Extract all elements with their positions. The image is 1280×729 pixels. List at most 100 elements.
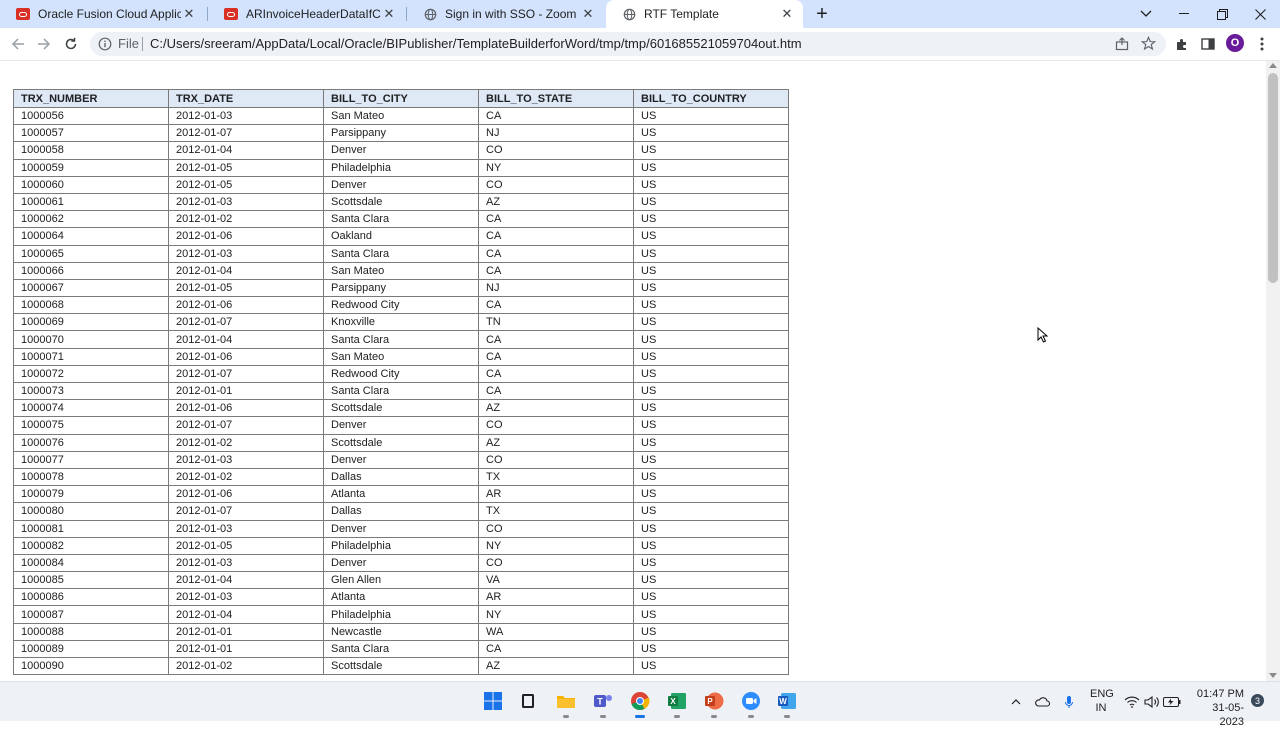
tab-ar-invoice[interactable]: ARInvoiceHeaderDataIfChooseD ✕: [208, 0, 405, 28]
notification-badge[interactable]: 3: [1251, 694, 1264, 707]
trx-number-cell: 1000066: [13, 261, 169, 280]
scrollbar-thumb[interactable]: [1268, 73, 1278, 283]
trx-date-cell: 2012-01-06: [168, 347, 324, 366]
onedrive-cloud-icon[interactable]: [1031, 691, 1053, 713]
file-explorer-icon[interactable]: [555, 690, 577, 718]
bill-to-state-cell: CO: [478, 416, 634, 435]
trx-number-cell: 1000080: [13, 502, 169, 521]
powerpoint-icon[interactable]: P: [703, 690, 725, 718]
column-header-bill-to-state: BILL_TO_STATE: [478, 89, 634, 108]
svg-text:T: T: [597, 697, 603, 707]
table-row: 1000060 2012-01-05 Denver CO US: [13, 175, 789, 194]
trx-number-cell: 1000065: [13, 244, 169, 263]
new-tab-icon[interactable]: +: [813, 4, 831, 24]
trx-date-cell: 2012-01-03: [168, 106, 324, 126]
table-row: 1000071 2012-01-06 San Mateo CA US: [13, 347, 789, 366]
excel-icon[interactable]: X: [666, 690, 688, 718]
column-header-bill-to-country: BILL_TO_COUNTRY: [633, 89, 789, 108]
chevron-up-icon[interactable]: [1005, 691, 1027, 713]
trx-number-cell: 1000078: [13, 467, 169, 487]
table-row: 1000059 2012-01-05 Philadelphia NY US: [13, 158, 789, 177]
close-window-icon[interactable]: [1250, 4, 1270, 24]
bill-to-state-cell: CA: [478, 227, 634, 246]
back-arrow-icon[interactable]: [8, 34, 28, 54]
bill-to-state-cell: CA: [478, 244, 634, 263]
mouse-pointer-icon: [1037, 326, 1049, 343]
table-row: 1000065 2012-01-03 Santa Clara CA US: [13, 244, 789, 263]
bill-to-country-cell: US: [633, 605, 789, 624]
bill-to-city-cell: Redwood City: [323, 296, 479, 315]
wifi-icon[interactable]: [1121, 691, 1143, 713]
side-panel-icon[interactable]: [1198, 34, 1218, 54]
trx-date-cell: 2012-01-02: [168, 210, 324, 229]
profile-avatar[interactable]: O: [1226, 34, 1244, 52]
table-row: 1000082 2012-01-05 Philadelphia NY US: [13, 536, 789, 555]
menu-kebab-icon[interactable]: [1252, 34, 1272, 54]
table-row: 1000075 2012-01-07 Denver CO US: [13, 416, 789, 435]
trx-number-cell: 1000088: [13, 622, 169, 641]
bill-to-state-cell: CA: [478, 381, 634, 401]
bill-to-country-cell: US: [633, 450, 789, 469]
zoom-icon[interactable]: [740, 690, 762, 718]
table-row: 1000073 2012-01-01 Santa Clara CA US: [13, 381, 789, 401]
trx-date-cell: 2012-01-05: [168, 278, 324, 298]
page-content: TRX_NUMBER TRX_DATE BILL_TO_CITY BILL_TO…: [0, 61, 1266, 681]
table-row: 1000056 2012-01-03 San Mateo CA US: [13, 106, 789, 126]
bill-to-city-cell: Parsippany: [323, 278, 479, 298]
tab-oracle-fusion[interactable]: Oracle Fusion Cloud Applications ✕: [0, 0, 205, 28]
column-header-trx-number: TRX_NUMBER: [13, 89, 169, 108]
word-icon[interactable]: W: [776, 690, 798, 718]
bill-to-state-cell: CA: [478, 639, 634, 659]
bill-to-country-cell: US: [633, 364, 789, 384]
battery-charging-icon[interactable]: [1161, 691, 1183, 713]
trx-date-cell: 2012-01-06: [168, 399, 324, 418]
chrome-icon[interactable]: [629, 690, 651, 718]
restore-icon[interactable]: [1212, 4, 1232, 24]
address-bar[interactable]: File C:/Users/sreeram/AppData/Local/Orac…: [90, 32, 1166, 56]
minimize-icon[interactable]: [1174, 4, 1194, 24]
bill-to-city-cell: Denver: [323, 416, 479, 435]
bill-to-country-cell: US: [633, 313, 789, 332]
close-icon[interactable]: ✕: [181, 6, 197, 22]
reload-icon[interactable]: [61, 34, 81, 54]
bill-to-state-cell: TX: [478, 467, 634, 487]
input-language-indicator[interactable]: ENG IN: [1090, 687, 1114, 715]
bill-to-state-cell: CO: [478, 553, 634, 573]
bill-to-state-cell: CA: [478, 106, 634, 126]
microphone-icon[interactable]: [1058, 691, 1080, 713]
teams-icon[interactable]: T: [592, 690, 614, 718]
trx-number-cell: 1000073: [13, 381, 169, 401]
bill-to-city-cell: Redwood City: [323, 364, 479, 384]
bill-to-country-cell: US: [633, 399, 789, 418]
volume-icon[interactable]: [1141, 691, 1163, 713]
extensions-icon[interactable]: [1172, 34, 1192, 54]
info-icon[interactable]: [98, 37, 112, 51]
table-row: 1000090 2012-01-02 Scottsdale AZ US: [13, 656, 789, 676]
table-row: 1000057 2012-01-07 Parsippany NJ US: [13, 124, 789, 143]
scroll-down-arrow-icon[interactable]: [1269, 673, 1277, 678]
bill-to-country-cell: US: [633, 141, 789, 160]
close-icon[interactable]: ✕: [381, 6, 397, 22]
tab-zoom-sso[interactable]: Sign in with SSO - Zoom ✕: [407, 0, 604, 28]
bill-to-state-cell: AZ: [478, 399, 634, 418]
bill-to-country-cell: US: [633, 124, 789, 143]
tab-rtf-template[interactable]: RTF Template ✕: [606, 0, 803, 28]
table-row: 1000077 2012-01-03 Denver CO US: [13, 450, 789, 469]
tab-search-icon[interactable]: [1136, 4, 1156, 24]
share-icon[interactable]: [1115, 37, 1129, 56]
close-icon[interactable]: ✕: [779, 6, 795, 22]
bookmark-star-icon[interactable]: [1140, 35, 1157, 56]
close-icon[interactable]: ✕: [580, 6, 596, 22]
file-icon[interactable]: [517, 690, 539, 712]
vertical-scrollbar[interactable]: [1266, 61, 1280, 681]
scroll-up-arrow-icon[interactable]: [1269, 63, 1277, 68]
bill-to-state-cell: NY: [478, 605, 634, 624]
table-row: 1000081 2012-01-03 Denver CO US: [13, 519, 789, 538]
trx-date-cell: 2012-01-06: [168, 296, 324, 315]
forward-arrow-icon[interactable]: [34, 34, 54, 54]
trx-number-cell: 1000074: [13, 399, 169, 418]
windows-start-icon[interactable]: [482, 690, 504, 712]
trx-date-cell: 2012-01-05: [168, 158, 324, 177]
system-clock[interactable]: 01:47 PM 31-05-2023: [1192, 687, 1244, 729]
url-text[interactable]: C:/Users/sreeram/AppData/Local/Oracle/BI…: [150, 36, 802, 51]
